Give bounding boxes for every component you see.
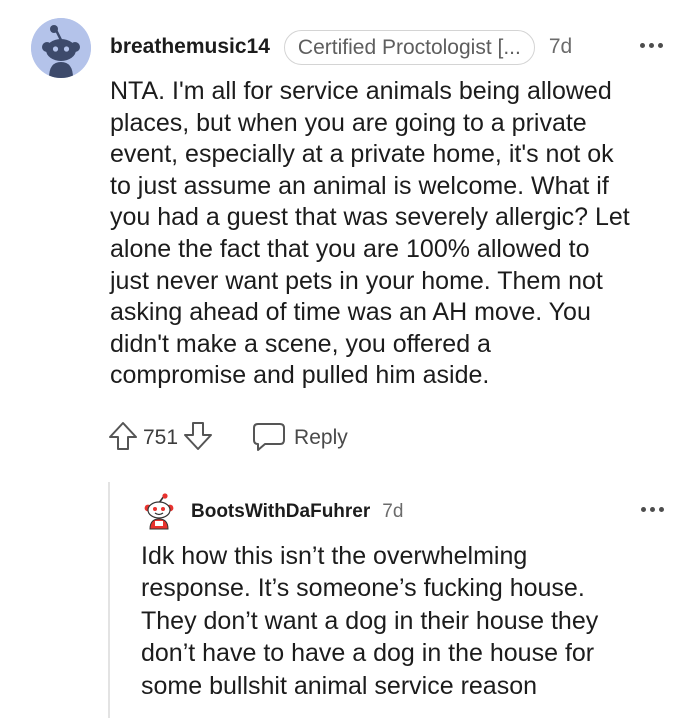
reply-line: some bullshit animal service reason <box>141 671 538 700</box>
snoo-avatar-icon <box>31 18 91 78</box>
comment-line: asking ahead of time was an AH move. You <box>110 298 591 327</box>
snoo-red-avatar-icon <box>144 493 174 530</box>
more-dots-icon[interactable] <box>641 507 664 512</box>
upvote-icon[interactable] <box>107 420 139 457</box>
thread-line[interactable] <box>108 482 110 718</box>
comment-line: alone the fact that you are 100% allowed… <box>110 234 590 263</box>
vote-count: 751 <box>143 426 179 449</box>
comment-line: event, especially at a private home, it'… <box>110 140 614 169</box>
comment-line: just never want pets in your home. Them … <box>110 266 603 295</box>
comment-line: NTA. I'm all for service animals being a… <box>110 77 612 105</box>
comment-username[interactable]: breathemusic14 <box>110 35 270 59</box>
speech-bubble-icon <box>252 420 286 457</box>
comment-age: 7d <box>548 35 573 58</box>
comment-line: to just assume an animal is welcome. Wha… <box>110 171 609 200</box>
reply-line: They don’t want a dog in their house the… <box>141 606 599 635</box>
comment-line: you had a guest that was severely allerg… <box>110 203 630 232</box>
comment-thread: breathemusic14 Certified Proctologist [.… <box>0 0 700 718</box>
reply-user-avatar[interactable] <box>140 492 178 530</box>
reply-body: Idk how this isn’t the overwhelming resp… <box>141 540 681 702</box>
reply-line: don’t have to have a dog in the house fo… <box>141 639 595 668</box>
reply-age: 7d <box>382 501 404 522</box>
reply-line: Idk how this isn’t the overwhelming <box>141 542 528 570</box>
comment-line: didn't make a scene, you offered a <box>110 329 491 358</box>
reply-button[interactable]: Reply <box>252 420 348 457</box>
reply-label: Reply <box>294 426 348 449</box>
comment-meta: breathemusic14 Certified Proctologist [.… <box>110 29 572 65</box>
reply-username[interactable]: BootsWithDaFuhrer <box>191 501 370 523</box>
comment-line: compromise and pulled him aside. <box>110 361 490 390</box>
reply-line: response. It’s someone’s fucking house. <box>141 574 585 603</box>
comment-actions: 751 Reply <box>107 420 348 456</box>
reply-meta: BootsWithDaFuhrer 7d <box>191 498 403 526</box>
comment-line: places, but when you are going to a priv… <box>110 108 587 137</box>
more-dots-icon[interactable] <box>640 43 663 48</box>
user-avatar[interactable] <box>31 18 91 78</box>
user-flair: Certified Proctologist [... <box>283 29 535 65</box>
comment-body: NTA. I'm all for service animals being a… <box>110 76 685 392</box>
downvote-icon[interactable] <box>182 420 214 457</box>
